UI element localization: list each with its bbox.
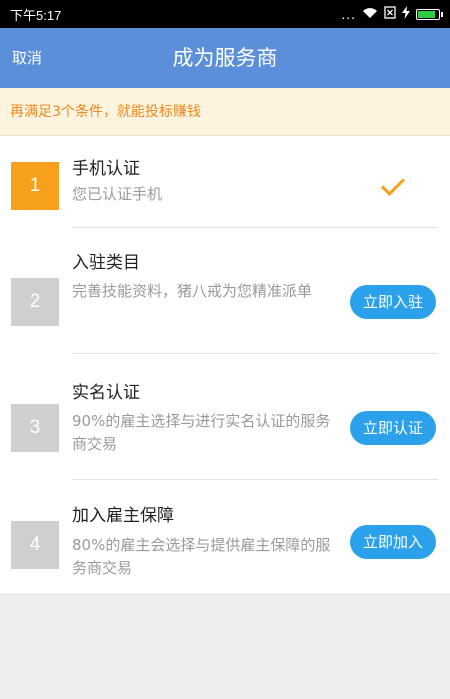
battery-icon [416,8,443,20]
step-title: 入驻类目 [72,253,140,273]
empty-area [0,593,450,699]
page-title: 成为服务商 [172,46,278,70]
join-guarantee-button[interactable]: 立即加入 [350,525,436,559]
steps-list: 1 手机认证 您已认证手机 2 入驻类目 完善技能资料，猪八戒为您精准派单 立即… [0,136,450,593]
step-description: 90%的雇主选择与进行实名认证的服务商交易 [72,412,331,453]
step-item-real-name: 3 实名认证 90%的雇主选择与进行实名认证的服务商交易 立即认证 [0,354,450,480]
step-description: 80%的雇主会选择与提供雇主保障的服务商交易 [72,536,331,577]
step-item-phone-verification: 1 手机认证 您已认证手机 [0,136,450,228]
step-description: 完善技能资料，猪八戒为您精准派单 [72,282,313,300]
step-number-badge: 3 [11,404,59,452]
wifi-icon [362,7,378,22]
sim-icon [384,6,396,22]
step-title: 加入雇主保障 [72,506,174,526]
step-description: 您已认证手机 [72,185,163,203]
signal-dots: ... [341,6,356,22]
step-item-employer-guarantee: 4 加入雇主保障 80%的雇主会选择与提供雇主保障的服务商交易 立即加入 [0,480,450,593]
status-icons: ... [341,6,443,22]
step-title: 手机认证 [72,159,140,179]
step-number-badge: 1 [11,162,59,210]
status-bar: 下午5:17 ... [0,0,450,28]
status-time: 下午5:17 [10,7,62,23]
conditions-notice: 再满足3个条件，就能投标赚钱 [0,88,450,136]
step-title: 实名认证 [72,383,140,403]
checkmark-icon [380,171,406,197]
join-now-button[interactable]: 立即入驻 [350,285,436,319]
charging-icon [402,6,410,22]
battery-level-fill [418,10,436,18]
verify-now-button[interactable]: 立即认证 [350,411,436,445]
title-bar: 取消 成为服务商 [0,28,450,88]
step-number-badge: 2 [11,278,59,326]
step-item-category: 2 入驻类目 完善技能资料，猪八戒为您精准派单 立即入驻 [0,228,450,354]
step-number-badge: 4 [11,521,59,569]
